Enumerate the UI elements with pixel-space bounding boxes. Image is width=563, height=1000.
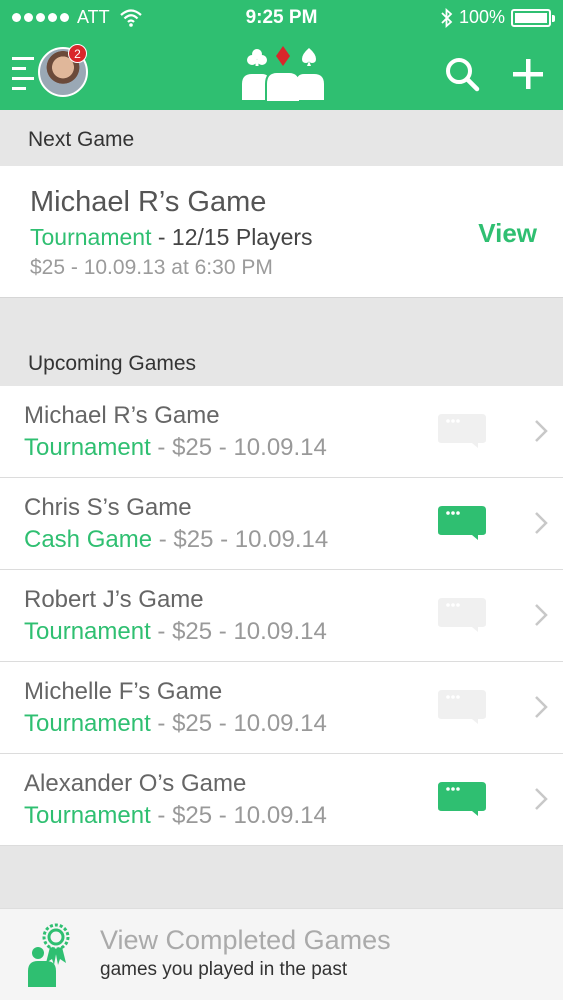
- next-game-title: Michael R’s Game: [30, 186, 267, 218]
- game-detail: Cash Game - $25 - 10.09.14: [24, 526, 328, 554]
- chat-icon[interactable]: [438, 506, 486, 540]
- game-price-date: - $25 - 10.09.14: [150, 802, 327, 829]
- navbar: 2: [0, 36, 563, 110]
- game-price-date: - $25 - 10.09.14: [152, 526, 329, 553]
- next-game-type: Tournament: [30, 224, 152, 250]
- add-game-button[interactable]: [510, 56, 546, 92]
- view-completed-games-subtitle: games you played in the past: [100, 959, 348, 980]
- award-ribbon-icon: [28, 923, 70, 987]
- chevron-right-icon: [535, 604, 548, 626]
- bluetooth-icon: [441, 7, 453, 28]
- next-game-meta: $25 - 10.09.13 at 6:30 PM: [30, 256, 273, 279]
- next-game-info: Tournament - 12/15 Players: [30, 224, 313, 251]
- game-type: Tournament: [24, 434, 151, 461]
- game-price-date: - $25 - 10.09.14: [150, 434, 327, 461]
- game-detail: Tournament - $25 - 10.09.14: [24, 434, 327, 462]
- chat-icon[interactable]: [438, 598, 486, 632]
- chevron-right-icon: [535, 696, 548, 718]
- notification-badge: 2: [68, 44, 87, 63]
- view-button[interactable]: View: [478, 218, 537, 249]
- game-price-date: - $25 - 10.09.14: [150, 710, 327, 737]
- view-completed-games-label: View Completed Games: [100, 925, 391, 955]
- game-detail: Tournament - $25 - 10.09.14: [24, 710, 327, 738]
- next-game-header: Next Game: [0, 110, 563, 166]
- chat-icon[interactable]: [438, 414, 486, 448]
- game-name: Chris S’s Game: [24, 494, 192, 521]
- chat-icon[interactable]: [438, 782, 486, 816]
- menu-icon: [12, 57, 34, 90]
- upcoming-games-list: Michael R’s Game Tournament - $25 - 10.09…: [0, 386, 563, 846]
- status-bar: ATT 9:25 PM 100%: [0, 0, 563, 36]
- status-right: 100%: [441, 7, 555, 28]
- next-game-card[interactable]: Michael R’s Game Tournament - 12/15 Play…: [0, 166, 563, 298]
- game-name: Robert J’s Game: [24, 586, 204, 613]
- game-name: Alexander O’s Game: [24, 770, 247, 797]
- game-type: Tournament: [24, 710, 151, 737]
- game-type: Tournament: [24, 618, 151, 645]
- view-completed-games-button[interactable]: View Completed Games games you played in…: [0, 908, 563, 1000]
- chevron-right-icon: [535, 512, 548, 534]
- next-game-players: - 12/15 Players: [151, 224, 313, 250]
- game-name: Michael R’s Game: [24, 402, 220, 429]
- game-type: Tournament: [24, 802, 151, 829]
- game-type: Cash Game: [24, 526, 153, 553]
- game-row[interactable]: Michael R’s Game Tournament - $25 - 10.09…: [0, 386, 563, 478]
- game-row[interactable]: Alexander O’s Game Tournament - $25 - 10.…: [0, 754, 563, 846]
- upcoming-games-header: Upcoming Games: [0, 298, 563, 386]
- battery-percent: 100%: [458, 7, 505, 27]
- game-row[interactable]: Michelle F’s Game Tournament - $25 - 10.0…: [0, 662, 563, 754]
- search-button[interactable]: [444, 56, 480, 92]
- game-row[interactable]: Robert J’s Game Tournament - $25 - 10.09.…: [0, 570, 563, 662]
- game-name: Michelle F’s Game: [24, 678, 223, 705]
- chevron-right-icon: [535, 420, 548, 442]
- game-row[interactable]: Chris S’s Game Cash Game - $25 - 10.09.14: [0, 478, 563, 570]
- game-price-date: - $25 - 10.09.14: [150, 618, 327, 645]
- app-logo: [242, 46, 324, 102]
- menu-button[interactable]: 2: [12, 44, 88, 99]
- chat-icon[interactable]: [438, 690, 486, 724]
- game-detail: Tournament - $25 - 10.09.14: [24, 802, 327, 830]
- chevron-right-icon: [535, 788, 548, 810]
- game-detail: Tournament - $25 - 10.09.14: [24, 618, 327, 646]
- battery-icon: [511, 8, 555, 27]
